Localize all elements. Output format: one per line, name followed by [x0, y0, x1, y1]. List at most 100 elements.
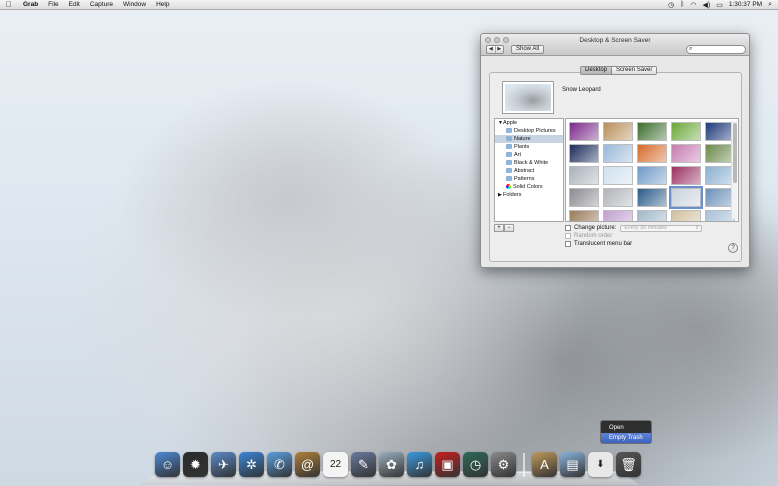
wallpaper-thumbnail[interactable] [637, 144, 667, 163]
safari-icon[interactable]: ✲ [239, 452, 264, 477]
help-button[interactable]: ? [728, 243, 738, 253]
menu-item-empty-trash[interactable]: Empty Trash [601, 433, 651, 443]
scrollbar-knob[interactable] [733, 123, 737, 183]
menu-capture[interactable]: Capture [85, 1, 118, 8]
wallpaper-thumbnail[interactable] [603, 122, 633, 141]
wallpaper-thumbnail[interactable] [637, 166, 667, 185]
wallpaper-thumbnail[interactable] [637, 188, 667, 207]
add-remove-buttons: + − [494, 224, 514, 232]
preferences-window: Desktop & Screen Saver ◀ ▶ Show All ⌕ De… [480, 33, 750, 268]
source-item-solid-colors[interactable]: Solid Colors [495, 183, 563, 191]
menu-app-name[interactable]: Grab [18, 1, 43, 8]
source-item-label: Patterns [514, 176, 535, 182]
folder-icon [506, 136, 512, 142]
finder-icon[interactable]: ☺ [155, 452, 180, 477]
wallpaper-thumbnail[interactable] [671, 144, 701, 163]
wallpaper-thumbnail[interactable] [569, 144, 599, 163]
apple-menu-icon[interactable]:  [0, 0, 18, 9]
wallpaper-name: Snow Leopard [562, 87, 601, 93]
spotlight-icon[interactable]: ⌕ [768, 1, 772, 9]
desktop-options: Change picture: Every 30 minutes ⇕ Random… [565, 224, 703, 248]
back-arrow-icon[interactable]: ◀ [487, 46, 496, 53]
translucent-menu-checkbox[interactable] [565, 241, 571, 247]
ichat-icon[interactable]: ✆ [267, 452, 292, 477]
time-machine-icon[interactable]: ◷ [463, 452, 488, 477]
bluetooth-icon[interactable]: ᛒ [680, 1, 684, 8]
photo-booth-icon[interactable]: ▣ [435, 452, 460, 477]
itunes-icon[interactable]: ♫ [407, 452, 432, 477]
dashboard-icon[interactable]: ✹ [183, 452, 208, 477]
menu-clock[interactable]: 1:30:37 PM [729, 1, 762, 8]
downloads-stack-icon[interactable]: ⬇ [588, 452, 613, 477]
folder-icon [506, 128, 512, 134]
interval-popup[interactable]: Every 30 minutes ⇕ [620, 224, 703, 232]
system-preferences-icon[interactable]: ⚙ [491, 452, 516, 477]
forward-arrow-icon[interactable]: ▶ [496, 46, 504, 53]
dock-separator[interactable] [523, 453, 525, 477]
window-titlebar[interactable]: Desktop & Screen Saver ◀ ▶ Show All ⌕ [481, 34, 749, 56]
show-all-button[interactable]: Show All [511, 45, 545, 54]
tab-desktop[interactable]: Desktop [581, 67, 613, 74]
ical-icon[interactable]: 22 [323, 452, 348, 477]
applications-stack-icon[interactable]: A [532, 452, 557, 477]
trash-icon[interactable]: 🗑 [616, 452, 641, 477]
mail-icon[interactable]: ✈ [211, 452, 236, 477]
wifi-icon[interactable]: ◠ [690, 1, 696, 9]
color-wheel-icon [506, 184, 511, 190]
interval-value: Every 30 minutes [624, 224, 667, 231]
source-item-desktop-pictures[interactable]: Desktop Pictures [495, 127, 563, 135]
menu-help[interactable]: Help [151, 1, 174, 8]
source-item-apple[interactable]: ▼ Apple [495, 119, 563, 127]
wallpaper-thumbnail[interactable] [671, 210, 701, 221]
menu-item-open[interactable]: Open [601, 423, 651, 433]
address-book-icon[interactable]: @ [295, 452, 320, 477]
battery-icon[interactable]: ▭ [716, 1, 723, 9]
time-machine-menu-icon[interactable]: ◷ [668, 1, 674, 9]
search-field[interactable]: ⌕ [686, 45, 746, 54]
wallpaper-thumbnail[interactable] [637, 122, 667, 141]
source-item-nature[interactable]: Nature [495, 135, 563, 143]
source-item-label: Black & White [514, 160, 549, 166]
back-forward-buttons: ◀ ▶ [486, 45, 504, 54]
wallpaper-thumbnail[interactable] [569, 166, 599, 185]
wallpaper-thumbnail[interactable] [603, 144, 633, 163]
wallpaper-thumbnail[interactable] [569, 210, 599, 221]
documents-folder-icon[interactable]: ▤ [560, 452, 585, 477]
source-item-black-white[interactable]: Black & White [495, 159, 563, 167]
source-item-label: Abstract [514, 168, 535, 174]
wallpaper-thumbnail[interactable] [603, 188, 633, 207]
preview-icon[interactable]: ✎ [351, 452, 376, 477]
tab-control: Desktop Screen Saver [580, 66, 658, 75]
folder-icon [506, 176, 512, 182]
wallpaper-thumbnail[interactable] [671, 122, 701, 141]
grid-scrollbar[interactable] [731, 121, 737, 219]
source-list: ▼ Apple Desktop Pictures Nature Plants Art Bla… [494, 118, 564, 222]
tab-screen-saver[interactable]: Screen Saver [612, 67, 657, 74]
source-item-art[interactable]: Art [495, 151, 563, 159]
source-item-abstract[interactable]: Abstract [495, 167, 563, 175]
iphoto-icon[interactable]: ✿ [379, 452, 404, 477]
change-picture-checkbox[interactable] [565, 225, 571, 231]
disclosure-triangle-icon[interactable]: ▶ [498, 191, 502, 199]
menu-window[interactable]: Window [118, 1, 151, 8]
wallpaper-preview [502, 81, 554, 114]
random-order-row: Random order [565, 232, 702, 240]
add-folder-button[interactable]: + [494, 224, 504, 232]
source-item-label: Apple [503, 120, 518, 126]
wallpaper-thumbnail[interactable] [569, 188, 599, 207]
wallpaper-thumbnail[interactable] [637, 210, 667, 221]
wallpaper-thumbnail[interactable] [603, 210, 633, 221]
disclosure-triangle-icon[interactable]: ▼ [498, 119, 503, 127]
source-item-plants[interactable]: Plants [495, 143, 563, 151]
source-item-folders[interactable]: ▶ Folders [495, 191, 563, 199]
source-item-patterns[interactable]: Patterns [495, 175, 563, 183]
remove-folder-button[interactable]: − [504, 224, 514, 232]
wallpaper-thumbnail[interactable] [603, 166, 633, 185]
volume-icon[interactable]: ◀) [702, 1, 710, 9]
random-order-checkbox[interactable] [565, 233, 571, 239]
wallpaper-thumbnail[interactable] [671, 166, 701, 185]
menu-edit[interactable]: Edit [64, 1, 85, 8]
wallpaper-thumbnail[interactable] [569, 122, 599, 141]
wallpaper-thumbnail[interactable] [669, 186, 703, 209]
menu-file[interactable]: File [43, 1, 63, 8]
